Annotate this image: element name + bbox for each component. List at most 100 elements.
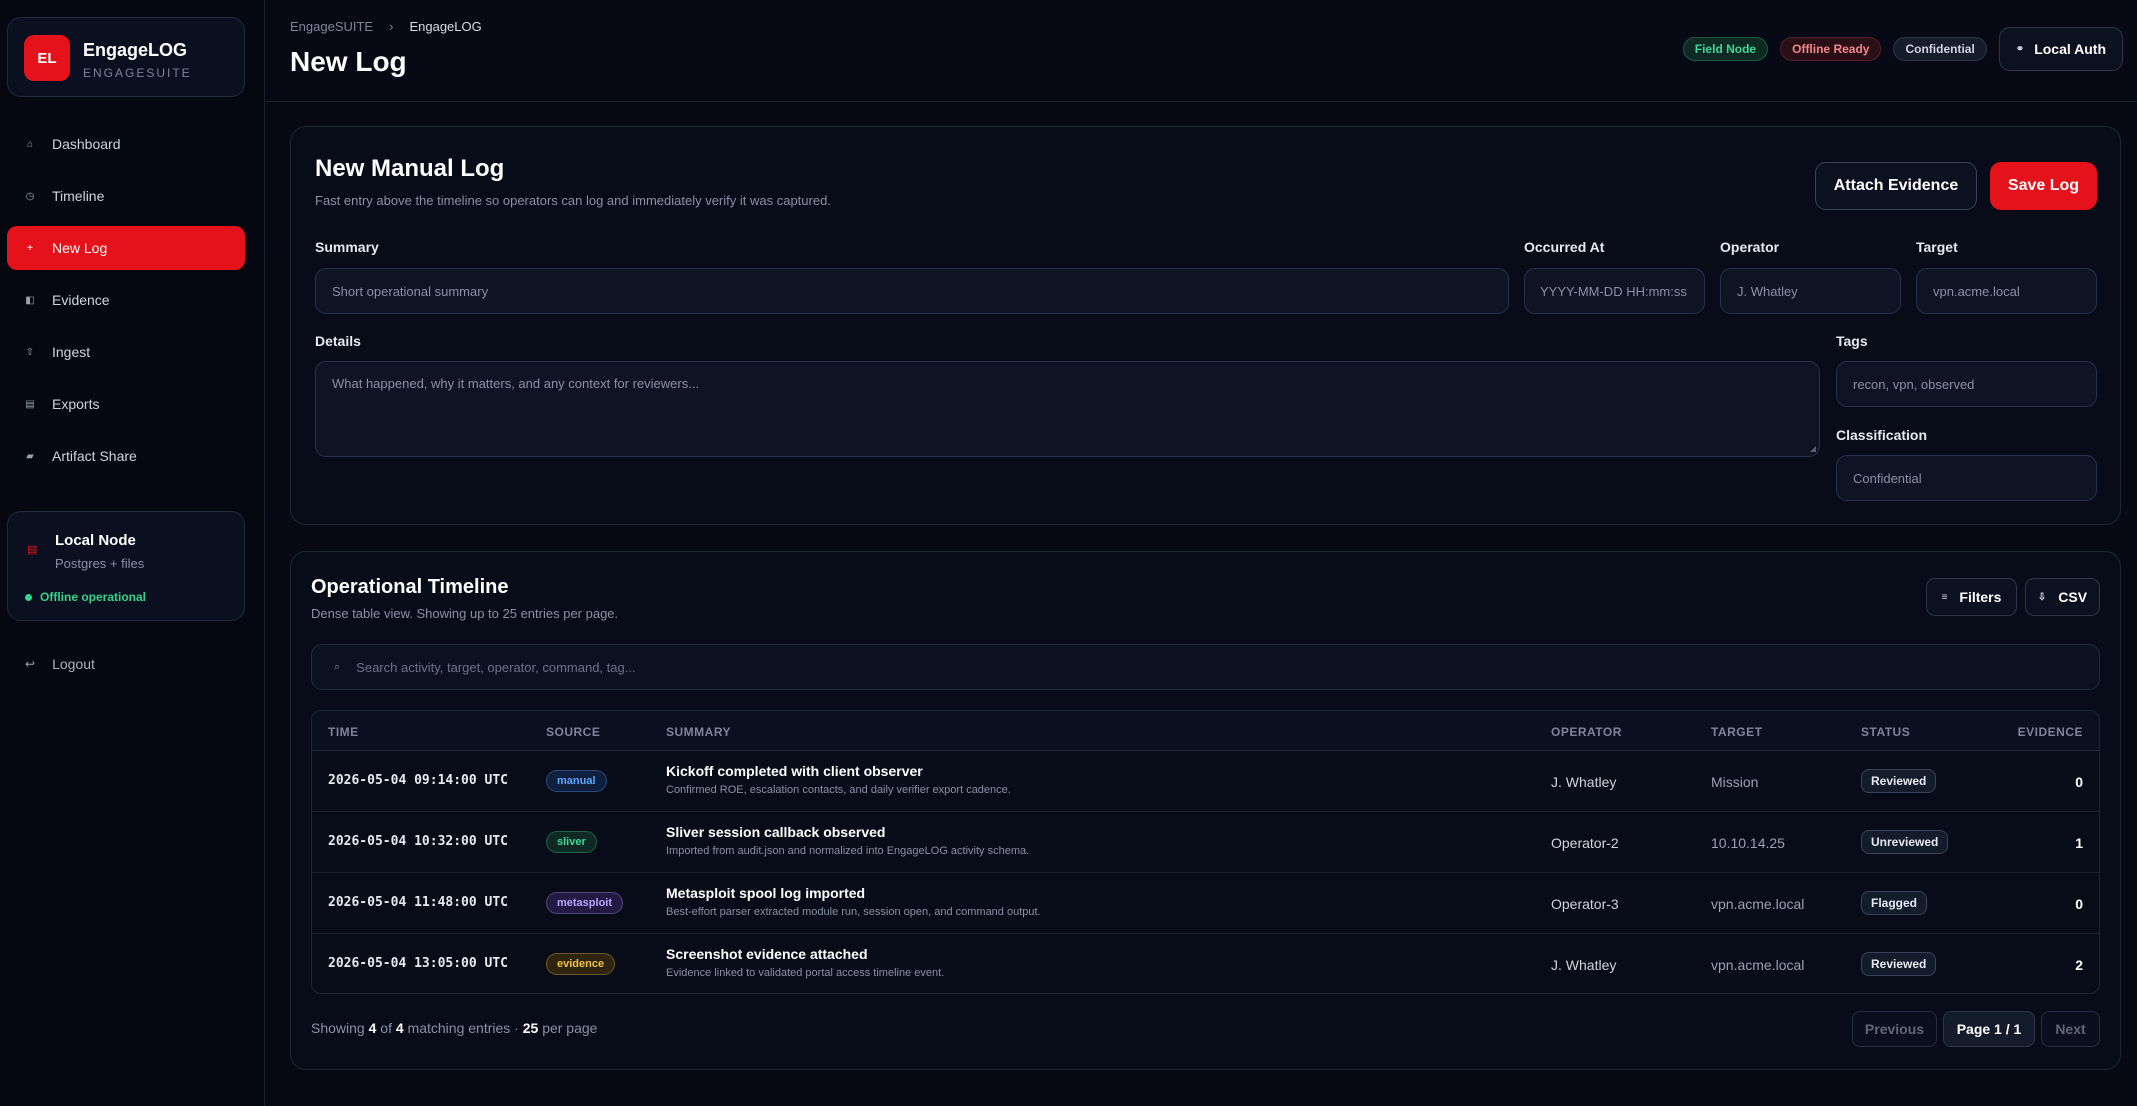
occurred-at-label: Occurred At [1524, 239, 1605, 255]
row-operator: Operator-3 [1551, 896, 1619, 912]
sidebar-item-artifact-share[interactable]: ▰ Artifact Share [7, 434, 245, 478]
footer-matching: matching entries · [407, 1020, 519, 1036]
column-status[interactable]: STATUS [1861, 725, 1910, 739]
footer-prefix: Showing [311, 1020, 365, 1036]
local-auth-button[interactable]: ⚭ Local Auth [1998, 27, 2123, 71]
sidebar-item-new-log[interactable]: + New Log [7, 226, 245, 270]
logout-icon: ↩ [25, 657, 36, 671]
previous-page-button[interactable]: Previous [1852, 1011, 1937, 1047]
tags-input[interactable]: recon, vpn, observed [1836, 361, 2097, 407]
next-page-button[interactable]: Next [2041, 1011, 2100, 1047]
row-detail: Imported from audit.json and normalized … [666, 845, 1030, 857]
resize-handle-icon[interactable]: ◢ [1810, 444, 1816, 453]
status-badge: Flagged [1861, 891, 1928, 915]
timeline-table: TIME SOURCE SUMMARY OPERATOR TARGET STAT… [311, 710, 2100, 994]
node-status-text: Offline operational [40, 590, 147, 604]
table-row[interactable]: 2026-05-04 11:48:00 UTC metasploit Metas… [312, 873, 2099, 934]
brand-subtitle: ENGAGESUITE [83, 66, 192, 80]
row-evidence-count: 0 [2075, 774, 2083, 790]
details-textarea[interactable]: What happened, why it matters, and any c… [315, 361, 1820, 457]
footer-per-page: 25 [522, 1020, 539, 1036]
operator-input[interactable]: J. Whatley [1720, 268, 1901, 314]
node-subtitle: Postgres + files [55, 556, 145, 571]
current-page-button[interactable]: Page 1 / 1 [1943, 1011, 2035, 1047]
breadcrumb-item[interactable]: EngageSUITE [290, 19, 373, 34]
row-title: Screenshot evidence attached [666, 946, 868, 962]
footer-shown: 4 [368, 1020, 377, 1036]
export-icon: ▤ [25, 398, 35, 410]
classification-label: Classification [1836, 427, 1928, 443]
classification-select[interactable]: Confidential [1836, 455, 2097, 501]
pagination-summary: Showing 4 of 4 matching entries · 25 per… [311, 1020, 597, 1036]
sidebar-nav: ⌂ Dashboard ◷ Timeline + New Log ◧ Evide… [7, 122, 245, 486]
field-node-badge: Field Node [1682, 37, 1769, 61]
column-summary[interactable]: SUMMARY [666, 725, 731, 739]
filters-label: Filters [1959, 589, 2002, 605]
key-icon: ⚭ [2015, 43, 2025, 55]
column-target[interactable]: TARGET [1711, 725, 1762, 739]
sidebar-item-exports[interactable]: ▤ Exports [7, 382, 245, 426]
target-input[interactable]: vpn.acme.local [1916, 268, 2097, 314]
new-log-form-panel: New Manual Log Fast entry above the time… [290, 126, 2121, 525]
brand-card[interactable]: EL EngageLOG ENGAGESUITE [7, 17, 245, 97]
footer-of: of [380, 1020, 392, 1036]
brand-title: EngageLOG [83, 40, 188, 60]
row-operator: J. Whatley [1551, 957, 1617, 973]
local-node-card: ▤ Local Node Postgres + files Offline op… [7, 511, 245, 621]
header-badges: Field Node Offline Ready Confidential ⚭ … [1682, 27, 2123, 71]
search-placeholder: Search activity, target, operator, comma… [356, 659, 636, 675]
csv-button[interactable]: ⇩ CSV [2025, 578, 2100, 616]
sidebar-item-timeline[interactable]: ◷ Timeline [7, 174, 245, 218]
sidebar-item-label: Artifact Share [52, 448, 137, 464]
column-time[interactable]: TIME [328, 725, 359, 739]
attach-evidence-button[interactable]: Attach Evidence [1815, 162, 1977, 210]
row-title: Sliver session callback observed [666, 824, 886, 840]
search-input[interactable]: ⌕ Search activity, target, operator, com… [311, 644, 2100, 690]
clock-icon: ◷ [25, 190, 35, 202]
filter-icon: ≡ [1941, 591, 1948, 603]
sidebar-item-label: Exports [52, 396, 100, 412]
row-time: 2026-05-04 10:32:00 UTC [328, 834, 509, 849]
target-label: Target [1916, 239, 1958, 255]
table-row[interactable]: 2026-05-04 10:32:00 UTC sliver Sliver se… [312, 812, 2099, 873]
sidebar-item-evidence[interactable]: ◧ Evidence [7, 278, 245, 322]
download-icon: ⇩ [2037, 591, 2047, 603]
timeline-subtitle: Dense table view. Showing up to 25 entri… [311, 606, 619, 621]
plus-icon: + [27, 242, 33, 254]
search-icon: ⌕ [334, 660, 341, 673]
row-title: Metasploit spool log imported [666, 885, 866, 901]
row-time: 2026-05-04 13:05:00 UTC [328, 956, 509, 971]
table-row[interactable]: 2026-05-04 13:05:00 UTC evidence Screens… [312, 934, 2099, 993]
sidebar-item-label: New Log [52, 240, 108, 256]
save-log-button[interactable]: Save Log [1990, 162, 2097, 210]
row-detail: Evidence linked to validated portal acce… [666, 967, 945, 979]
logout-label: Logout [52, 656, 95, 672]
row-operator: J. Whatley [1551, 774, 1617, 790]
tags-label: Tags [1836, 333, 1868, 349]
sidebar-item-ingest[interactable]: ⇧ Ingest [7, 330, 245, 374]
summary-label: Summary [315, 239, 379, 255]
sidebar-item-label: Ingest [52, 344, 91, 360]
sidebar-item-dashboard[interactable]: ⌂ Dashboard [7, 122, 245, 166]
row-detail: Best-effort parser extracted module run,… [666, 906, 1041, 918]
evidence-icon: ◧ [25, 294, 35, 306]
sidebar-item-label: Evidence [52, 292, 110, 308]
column-evidence[interactable]: EVIDENCE [2018, 725, 2083, 739]
confidential-badge: Confidential [1893, 37, 1987, 61]
breadcrumb-current: EngageLOG [409, 19, 482, 34]
database-icon: ▤ [27, 544, 38, 556]
column-source[interactable]: SOURCE [546, 725, 600, 739]
row-title: Kickoff completed with client observer [666, 763, 923, 779]
column-operator[interactable]: OPERATOR [1551, 725, 1622, 739]
logout-button[interactable]: ↩ Logout [25, 656, 95, 672]
local-auth-label: Local Auth [2034, 41, 2106, 57]
filters-button[interactable]: ≡ Filters [1926, 578, 2017, 616]
summary-input[interactable]: Short operational summary [315, 268, 1509, 314]
csv-label: CSV [2058, 589, 2088, 605]
row-evidence-count: 2 [2075, 957, 2083, 973]
occurred-at-input[interactable]: YYYY-MM-DD HH:mm:ss [1524, 268, 1705, 314]
node-title: Local Node [55, 532, 136, 549]
breadcrumb: EngageSUITE › EngageLOG [290, 19, 482, 34]
breadcrumb-separator: › [389, 19, 394, 34]
table-row[interactable]: 2026-05-04 09:14:00 UTC manual Kickoff c… [312, 751, 2099, 812]
